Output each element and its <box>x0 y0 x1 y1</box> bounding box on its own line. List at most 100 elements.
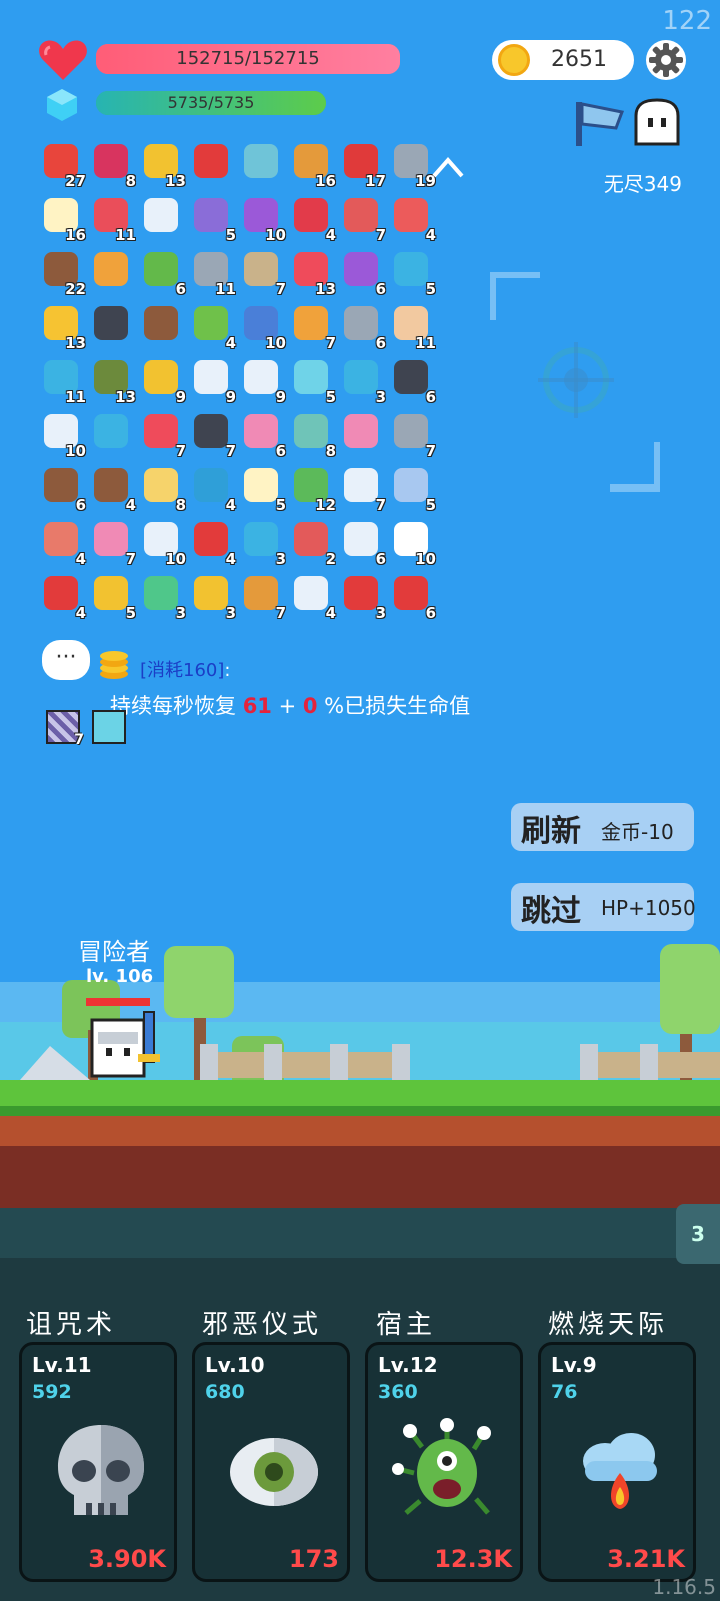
inventory-item[interactable]: 16 <box>40 196 86 244</box>
inventory-item[interactable]: 6 <box>240 412 286 460</box>
inventory-item[interactable]: 6 <box>390 358 436 406</box>
crystal-ball-icon <box>344 252 378 286</box>
inventory-item[interactable]: 6 <box>40 466 86 514</box>
inventory-item[interactable]: 7 <box>290 304 336 352</box>
inventory-item[interactable]: 3 <box>190 574 236 622</box>
inventory-item[interactable]: 2 <box>290 520 336 568</box>
inventory-item[interactable]: 4 <box>290 574 336 622</box>
inventory-item[interactable]: 7 <box>190 412 236 460</box>
inventory-item[interactable]: 12 <box>290 466 336 514</box>
skill-card-sky-burn[interactable]: Lv.9 76 3.21K <box>538 1342 696 1582</box>
item-count: 27 <box>65 172 86 190</box>
item-count: 6 <box>375 550 386 568</box>
inventory-item[interactable]: 7 <box>240 574 286 622</box>
inventory-item[interactable]: 3 <box>240 520 286 568</box>
inventory-item[interactable]: 13 <box>90 358 136 406</box>
desc-value-b: 0 <box>302 694 318 718</box>
item-count: 8 <box>125 172 136 190</box>
inventory-item[interactable]: 4 <box>390 196 436 244</box>
chevron-up-icon[interactable] <box>430 152 466 182</box>
item-count: 9 <box>275 388 286 406</box>
item-count: 11 <box>65 388 86 406</box>
inventory-item[interactable]: 4 <box>190 520 236 568</box>
inventory-item[interactable]: 19 <box>390 142 436 190</box>
skip-button[interactable]: 跳过 HP+1050 <box>511 883 696 931</box>
inventory-item[interactable]: 9 <box>190 358 236 406</box>
inventory-item[interactable]: 6 <box>340 250 386 298</box>
inventory-item[interactable]: 10 <box>240 304 286 352</box>
inventory-item[interactable]: 7 <box>340 466 386 514</box>
inventory-item[interactable]: 7 <box>240 250 286 298</box>
inventory-item[interactable]: 4 <box>40 574 86 622</box>
inventory-item[interactable]: 11 <box>40 358 86 406</box>
inventory-item[interactable]: 10 <box>390 520 436 568</box>
inventory-item[interactable]: 5 <box>240 466 286 514</box>
inventory-item[interactable]: 4 <box>190 466 236 514</box>
inventory-item[interactable] <box>90 304 134 348</box>
inventory-item[interactable]: 3 <box>340 574 386 622</box>
inventory-item[interactable]: 3 <box>340 358 386 406</box>
refresh-button[interactable]: 刷新 金币-10 <box>511 803 694 851</box>
skill-card-ritual[interactable]: Lv.10 680 173 <box>192 1342 350 1582</box>
fire-cloud-icon <box>583 1433 657 1509</box>
inventory-item[interactable] <box>190 142 234 186</box>
inventory-item[interactable]: 5 <box>190 196 236 244</box>
inventory-item[interactable]: 10 <box>240 196 286 244</box>
inventory-item[interactable]: 6 <box>340 304 386 352</box>
skill-card-host[interactable]: Lv.12 360 12.3K <box>365 1342 523 1582</box>
inventory-item[interactable]: 5 <box>390 466 436 514</box>
inventory-item[interactable]: 16 <box>290 142 336 190</box>
inventory-item[interactable]: 9 <box>140 358 186 406</box>
inventory-item[interactable]: 11 <box>190 250 236 298</box>
inventory-item[interactable]: 4 <box>290 196 336 244</box>
inventory-item[interactable]: 10 <box>40 412 86 460</box>
inventory-item[interactable]: 3 <box>140 574 186 622</box>
wave-tab[interactable]: 3 <box>676 1204 720 1264</box>
inventory-item[interactable]: 6 <box>390 574 436 622</box>
inventory-item[interactable]: 27 <box>40 142 86 190</box>
wand-icon <box>194 576 228 610</box>
inventory-item[interactable]: 22 <box>40 250 86 298</box>
inventory-item[interactable] <box>140 304 184 348</box>
inventory-item[interactable] <box>90 412 134 456</box>
ghost-icon[interactable] <box>632 98 682 148</box>
inventory-item[interactable]: 4 <box>40 520 86 568</box>
glow-item-icon[interactable] <box>92 710 126 744</box>
inventory-item[interactable]: 7 <box>390 412 436 460</box>
inventory-item[interactable]: 10 <box>140 520 186 568</box>
flag-icon[interactable] <box>572 98 628 146</box>
inventory-item[interactable]: 7 <box>340 196 386 244</box>
inventory-item[interactable]: 11 <box>390 304 436 352</box>
inventory-item[interactable]: 13 <box>40 304 86 352</box>
inventory-item[interactable]: 6 <box>140 250 186 298</box>
item-count: 4 <box>75 550 86 568</box>
inventory-item[interactable]: 7 <box>140 412 186 460</box>
inventory-item[interactable] <box>140 196 184 240</box>
inventory-item[interactable]: 8 <box>90 142 136 190</box>
inventory-item[interactable]: 5 <box>290 358 336 406</box>
inventory-item[interactable]: 11 <box>90 196 136 244</box>
inventory-item[interactable]: 7 <box>90 520 136 568</box>
inventory-item[interactable]: 5 <box>390 250 436 298</box>
gear-icon[interactable] <box>645 39 687 81</box>
inventory-item[interactable]: 8 <box>290 412 336 460</box>
inventory-item[interactable]: 6 <box>340 520 386 568</box>
item-count: 4 <box>75 604 86 622</box>
striped-item-icon[interactable]: 7 <box>46 710 84 748</box>
inventory-item[interactable]: 5 <box>90 574 136 622</box>
inventory-item[interactable]: 17 <box>340 142 386 190</box>
sunflower-icon <box>144 360 178 394</box>
inventory-item[interactable] <box>240 142 284 186</box>
inventory-item[interactable]: 4 <box>190 304 236 352</box>
mana-gem-icon <box>47 89 77 121</box>
inventory-item[interactable]: 8 <box>140 466 186 514</box>
inventory-item[interactable] <box>340 412 384 456</box>
red-shield-icon <box>344 576 378 610</box>
skill-card-curse[interactable]: Lv.11 592 3.90K <box>19 1342 177 1582</box>
inventory-item[interactable]: 13 <box>290 250 336 298</box>
inventory-item[interactable]: 9 <box>240 358 286 406</box>
inventory-item[interactable]: 4 <box>90 466 136 514</box>
inventory-item[interactable] <box>90 250 134 294</box>
chat-bubble-icon[interactable]: ··· <box>42 640 90 680</box>
inventory-item[interactable]: 13 <box>140 142 186 190</box>
